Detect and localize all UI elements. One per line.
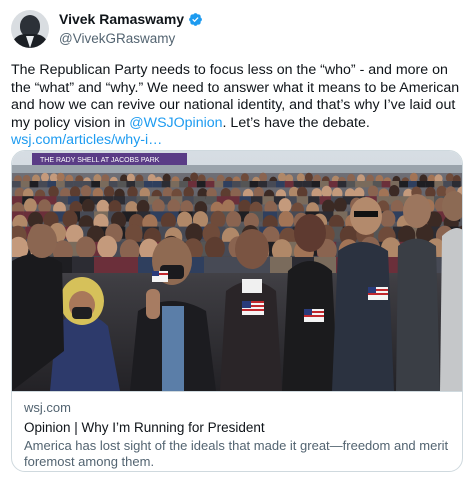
link-preview-card[interactable]: THE RADY SHELL AT JACOBS PARK wsj.com Op…: [11, 150, 463, 472]
author-names: Vivek Ramaswamy @VivekGRaswamy: [59, 11, 203, 48]
card-image[interactable]: THE RADY SHELL AT JACOBS PARK: [12, 151, 462, 391]
author-handle[interactable]: @VivekGRaswamy: [59, 30, 203, 48]
tweet-text: The Republican Party needs to focus less…: [11, 62, 467, 150]
verified-badge-icon: [188, 12, 203, 27]
display-name[interactable]: Vivek Ramaswamy: [59, 11, 184, 28]
card-title: Opinion | Why I’m Running for President: [24, 420, 265, 435]
tweet-text-part-2: . Let’s have the debate.: [222, 114, 370, 131]
name-row: Vivek Ramaswamy: [59, 11, 203, 28]
mention-link[interactable]: @WSJOpinion: [129, 115, 222, 131]
avatar[interactable]: [11, 10, 49, 48]
tweet-header: Vivek Ramaswamy @VivekGRaswamy: [11, 8, 203, 50]
card-description: America has lost sight of the ideals tha…: [24, 438, 449, 469]
venue-sign-text: THE RADY SHELL AT JACOBS PARK: [40, 157, 160, 164]
article-link[interactable]: wsj.com/articles/why-i…: [11, 132, 162, 148]
card-domain: wsj.com: [24, 400, 71, 415]
card-body[interactable]: wsj.com Opinion | Why I’m Running for Pr…: [12, 391, 462, 471]
